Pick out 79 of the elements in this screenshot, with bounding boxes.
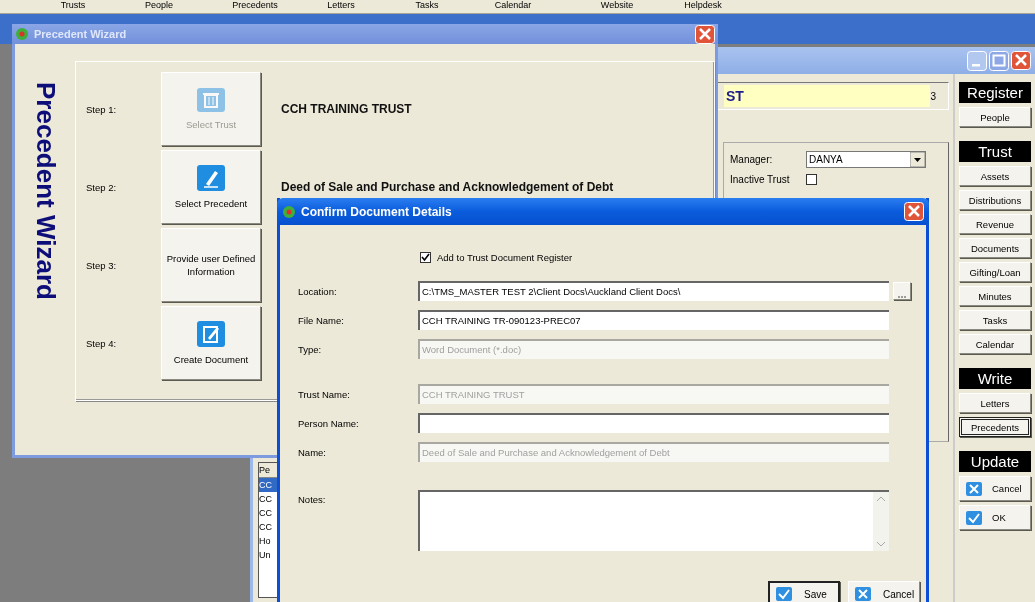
dialog-button[interactable]: Cancel [848, 581, 920, 602]
dialog-title: Confirm Document Details [301, 204, 453, 219]
side-button[interactable]: Minutes [959, 286, 1031, 306]
step-result: Deed of Sale and Purchase and Acknowledgement of Debt [281, 180, 614, 194]
text-field[interactable]: CCH TRAINING TR-090123-PREC07 [418, 310, 889, 330]
field-label: Name: [298, 446, 327, 458]
close-icon [1011, 51, 1031, 70]
side-button[interactable]: Gifting/Loan [959, 262, 1031, 282]
pen-icon [197, 164, 225, 191]
list-row[interactable]: Un [259, 548, 281, 562]
dialog-button[interactable]: Save [768, 581, 840, 602]
side-button[interactable]: Precedents [959, 417, 1031, 437]
check-icon [776, 587, 792, 601]
side-button[interactable]: Assets [959, 166, 1031, 186]
menu-item[interactable]: Tasks [384, 0, 470, 10]
record-count: 3 [930, 90, 936, 102]
menu-item[interactable]: Precedents [212, 0, 298, 10]
side-button[interactable]: Cancel [959, 476, 1031, 501]
field-label: Manager: [730, 154, 774, 165]
window-title: Precedent Wizard [34, 28, 128, 40]
menu-item[interactable]: Helpdesk [660, 0, 746, 10]
menu-item[interactable]: People [116, 0, 202, 10]
step-result: CCH TRAINING TRUST [281, 102, 412, 116]
close-icon [695, 24, 715, 44]
field-label: Person Name: [298, 417, 360, 429]
list-row[interactable]: CC [259, 506, 281, 520]
step-label: Step 1: [85, 103, 118, 115]
side-button[interactable]: Tasks [959, 310, 1031, 330]
register-checkbox[interactable] [420, 251, 431, 263]
step-button[interactable]: Create Document [161, 306, 261, 380]
list-row[interactable]: CC [259, 492, 281, 506]
trust-name-field[interactable]: ST [724, 85, 931, 107]
side-button[interactable]: Calendar [959, 334, 1031, 354]
field-label: Trust Name: [298, 388, 351, 400]
side-button[interactable]: Documents [959, 238, 1031, 258]
flower-icon [282, 204, 296, 219]
cross-icon [966, 481, 982, 496]
checkbox-label: Add to Trust Document Register [437, 251, 573, 263]
side-button[interactable]: People [959, 107, 1031, 127]
field-label: Location: [298, 285, 338, 297]
browse-button[interactable] [893, 282, 911, 300]
step-button[interactable]: Select Precedent [161, 150, 261, 224]
checkmark-icon [421, 252, 430, 262]
section-heading: Trust [959, 141, 1031, 162]
flower-icon [15, 27, 29, 41]
list-row[interactable]: Ho [259, 534, 281, 548]
side-button[interactable]: Distributions [959, 190, 1031, 210]
dropdown-arrow-icon [910, 152, 925, 167]
section-heading: Register [959, 82, 1031, 103]
bin-icon [197, 87, 225, 112]
notes-field[interactable] [418, 490, 889, 551]
side-button[interactable]: Letters [959, 393, 1031, 413]
menu-item[interactable]: Website [574, 0, 660, 10]
cross-icon [855, 587, 871, 601]
maximize-icon [989, 50, 1009, 71]
close-icon [904, 202, 924, 221]
field-label: Notes: [298, 493, 327, 507]
text-field[interactable]: C:\TMS_MASTER TEST 2\Client Docs\Auckland Client Docs\ [418, 281, 889, 301]
edit-icon [197, 320, 225, 347]
field-label: Type: [298, 343, 323, 355]
side-button[interactable]: Revenue [959, 214, 1031, 234]
manager-dropdown[interactable]: DANYA [806, 151, 926, 168]
step-label: Step 2: [85, 181, 118, 193]
menu-item[interactable]: Calendar [470, 0, 556, 10]
wizard-heading: Precedent Wizard [29, 82, 61, 302]
step-label: Step 4: [85, 337, 118, 349]
text-field[interactable] [418, 413, 889, 433]
side-button[interactable]: OK [959, 505, 1031, 530]
check-icon [966, 510, 982, 525]
menu-item[interactable]: Letters [298, 0, 384, 10]
list-row[interactable]: CC [259, 520, 281, 534]
step-button[interactable]: Provide user Defined Information [161, 228, 261, 302]
section-heading: Update [959, 451, 1031, 472]
field-label: Inactive Trust [730, 174, 791, 185]
field-label: File Name: [298, 314, 345, 326]
section-heading: Write [959, 368, 1031, 389]
menu-item[interactable]: Trusts [30, 0, 116, 10]
minimize-icon [967, 50, 987, 71]
step-label: Step 3: [85, 259, 118, 271]
